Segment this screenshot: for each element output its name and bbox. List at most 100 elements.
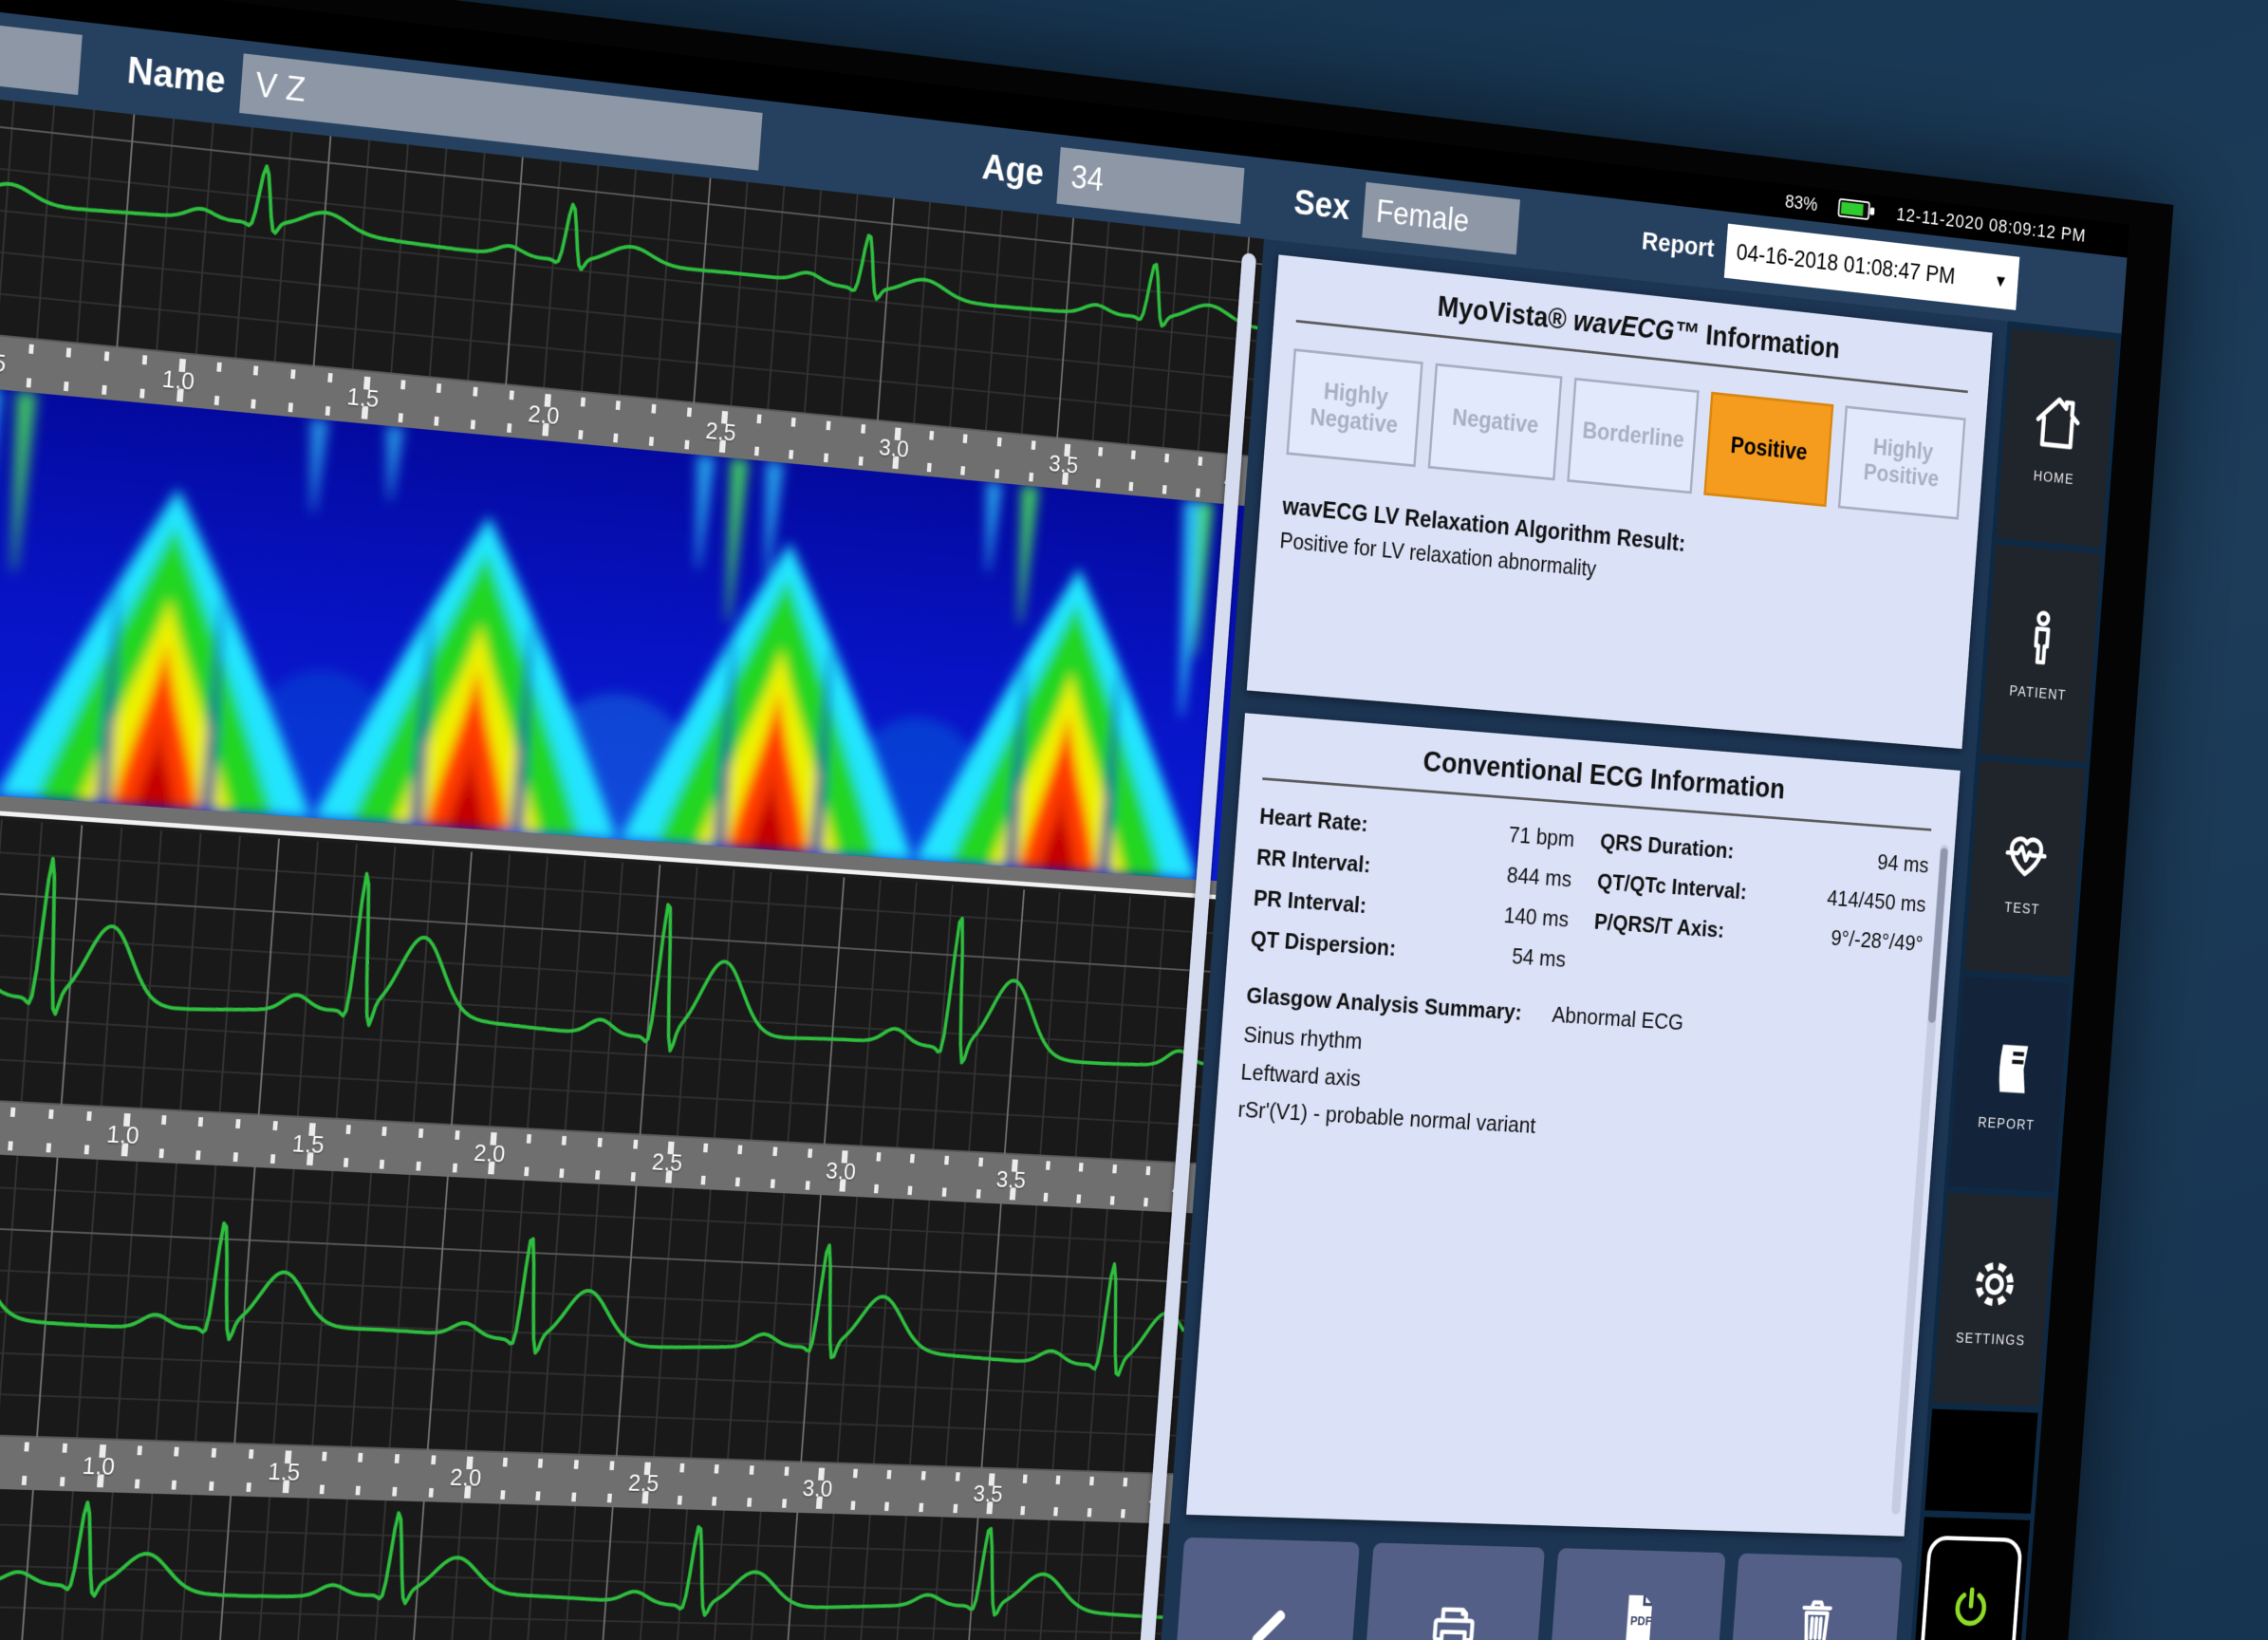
report-icon bbox=[1980, 1034, 2041, 1103]
sidebar-item-report[interactable]: REPORT bbox=[1948, 977, 2069, 1192]
ruler-tick bbox=[288, 402, 293, 412]
ruler-tick bbox=[509, 390, 513, 400]
ruler-tick bbox=[782, 1499, 787, 1508]
classification-borderline[interactable]: Borderline bbox=[1567, 378, 1699, 494]
card-scrollbar-thumb[interactable] bbox=[1928, 848, 1948, 1023]
classification-negative[interactable]: Negative bbox=[1428, 363, 1563, 481]
photo-background: 83% 12-11-2020 08:09:12 PM Name V Z Age … bbox=[0, 0, 2268, 1640]
classification-button-row: Highly NegativeNegativeBorderlinePositiv… bbox=[1286, 348, 1965, 519]
ruler-tick bbox=[135, 1480, 139, 1489]
ruler-tick bbox=[536, 1491, 541, 1500]
standby-frame: STAND BY bbox=[1916, 1536, 2023, 1640]
sex-label: Sex bbox=[1292, 182, 1351, 228]
ruler-tick bbox=[9, 1141, 14, 1150]
ruler-tick bbox=[630, 1172, 635, 1182]
ruler-tick bbox=[216, 363, 221, 372]
ruler-tick bbox=[1121, 1509, 1125, 1518]
ruler-tick bbox=[953, 1504, 957, 1513]
glasgow-summary-value: Abnormal ECG bbox=[1552, 1001, 1684, 1035]
ruler-tick bbox=[715, 1464, 719, 1474]
printer-icon bbox=[1423, 1599, 1483, 1640]
classification-positive[interactable]: Positive bbox=[1703, 392, 1833, 507]
product-text: wavECG™ bbox=[1572, 305, 1701, 349]
ecg-stats: Heart Rate:71 bpmRR Interval:844 msPR In… bbox=[1250, 803, 1930, 997]
ruler-tick bbox=[1143, 1198, 1148, 1206]
ruler-tick bbox=[960, 466, 965, 475]
ruler-tick bbox=[1145, 1166, 1150, 1175]
age-input[interactable]: 34 bbox=[1056, 147, 1244, 224]
ruler-tick bbox=[1031, 440, 1035, 450]
svg-text:PDF: PDF bbox=[1629, 1615, 1652, 1630]
ruler-tick bbox=[209, 1482, 214, 1491]
ecg-display-area: 0.51.01.52.02.53.03.54 0.51.01.52.02.53.… bbox=[0, 92, 1264, 1640]
stat-label: P/QRS/T Axis: bbox=[1593, 908, 1725, 943]
ruler-tick bbox=[1123, 1478, 1127, 1486]
battery-percent: 83% bbox=[1784, 190, 1818, 215]
delete-button[interactable]: Delete bbox=[1727, 1554, 1903, 1640]
ruler-tick bbox=[651, 404, 656, 414]
standby-button[interactable]: STAND BY bbox=[1909, 1517, 2031, 1640]
ruler-tick bbox=[431, 1455, 436, 1464]
ruler-tick bbox=[325, 406, 329, 416]
ruler-tick bbox=[997, 438, 1002, 447]
ruler-tick bbox=[791, 418, 796, 427]
test-icon bbox=[1996, 819, 2056, 887]
ruler-tick bbox=[571, 1493, 576, 1502]
ruler-tick bbox=[270, 1154, 274, 1164]
ruler-tick bbox=[418, 1128, 423, 1138]
name-label: Name bbox=[126, 49, 227, 102]
ruler-label: 3.5 bbox=[973, 1480, 1004, 1508]
ruler-tick bbox=[649, 437, 654, 446]
ruler-label: 1.5 bbox=[291, 1129, 325, 1160]
stat-row: RR Interval:844 ms bbox=[1255, 844, 1572, 893]
ruler-tick bbox=[139, 388, 144, 398]
ruler-tick bbox=[616, 401, 621, 410]
battery-icon bbox=[1837, 196, 1877, 223]
sidebar-item-settings[interactable]: SETTINGS bbox=[1933, 1193, 2054, 1407]
ruler-tick bbox=[524, 1166, 529, 1176]
ruler-tick bbox=[678, 1496, 682, 1505]
ruler-tick bbox=[358, 1453, 363, 1463]
ruler-tick bbox=[703, 1144, 708, 1153]
classification-highly-positive[interactable]: Highly Positive bbox=[1838, 405, 1966, 519]
ruler-tick bbox=[1096, 478, 1101, 488]
ruler-tick bbox=[26, 378, 31, 387]
print-button[interactable] bbox=[1361, 1543, 1545, 1640]
ruler-label: 1.5 bbox=[268, 1457, 302, 1486]
sex-input[interactable]: Female bbox=[1362, 182, 1520, 255]
ruler-tick bbox=[735, 1178, 740, 1187]
ruler-tick bbox=[195, 1150, 200, 1160]
ruler-tick bbox=[976, 1189, 980, 1199]
ruler-tick bbox=[942, 1187, 947, 1197]
title-rest-text: Information bbox=[1704, 319, 1841, 364]
classification-highly-negative[interactable]: Highly Negative bbox=[1286, 348, 1422, 467]
ruler-tick bbox=[48, 1109, 54, 1119]
stat-value: 414/450 ms bbox=[1826, 885, 1926, 918]
ruler-tick bbox=[319, 1484, 324, 1494]
ruler-tick bbox=[884, 1502, 889, 1511]
ruler-tick bbox=[750, 1465, 754, 1475]
ruler-tick bbox=[158, 1148, 163, 1158]
id-field-partial[interactable] bbox=[0, 19, 83, 95]
ruler-tick bbox=[995, 469, 999, 478]
sidebar-item-patient[interactable]: PATIENT bbox=[1980, 545, 2101, 763]
edit-report-button[interactable] bbox=[1172, 1538, 1360, 1640]
ruler-tick bbox=[754, 447, 759, 457]
ruler-label: 1.0 bbox=[105, 1119, 140, 1149]
ruler-tick bbox=[214, 396, 218, 405]
ruler-tick bbox=[560, 1168, 565, 1178]
ruler-tick bbox=[1164, 454, 1169, 463]
ruler-tick bbox=[327, 373, 332, 382]
ruler-tick bbox=[253, 365, 258, 375]
ruler-tick bbox=[322, 1452, 326, 1462]
ruler-tick bbox=[452, 1164, 456, 1173]
export-report-button[interactable]: PDFExport Report bbox=[1546, 1548, 1725, 1640]
ruler-tick bbox=[249, 1449, 253, 1459]
ruler-tick bbox=[595, 1170, 600, 1180]
sidebar-item-home[interactable]: HOME bbox=[1997, 328, 2117, 548]
sidebar-item-test[interactable]: TEST bbox=[1964, 760, 2085, 977]
chevron-down-icon: ▼ bbox=[1993, 271, 2008, 292]
wavecg-info-card: MyoVista® wavECG™ Information Highly Neg… bbox=[1247, 254, 1993, 749]
ecg-stats-left-column: Heart Rate:71 bpmRR Interval:844 msPR In… bbox=[1250, 803, 1575, 973]
ruler-tick bbox=[944, 1156, 949, 1165]
